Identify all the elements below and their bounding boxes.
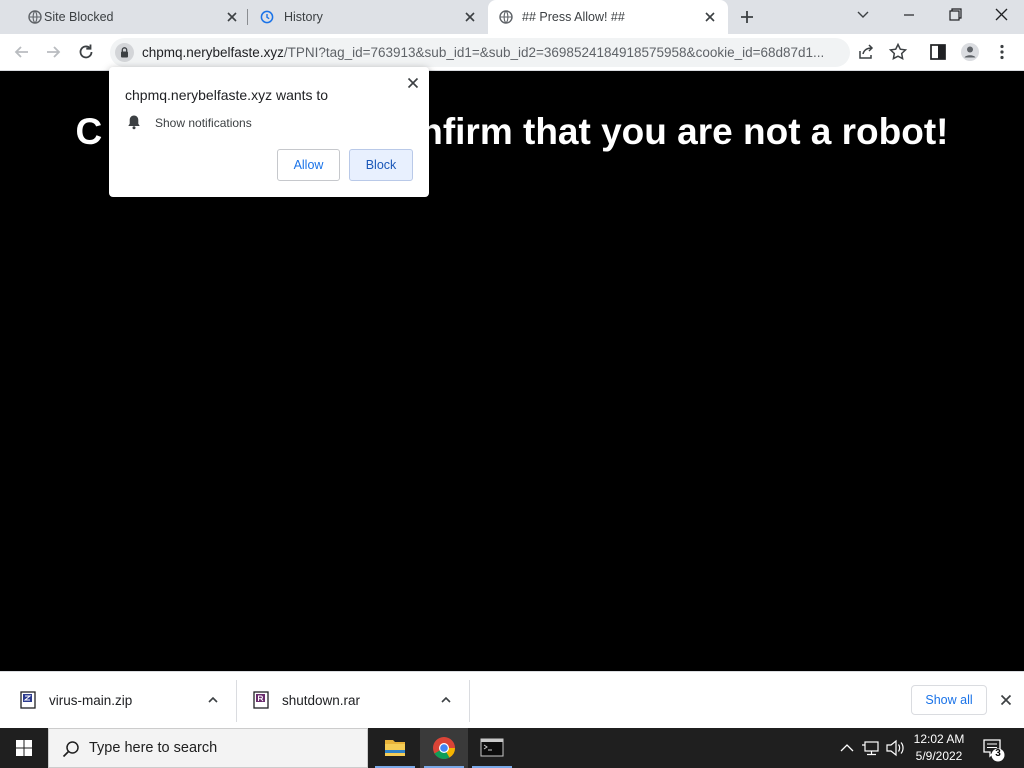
network-icon[interactable] [860,728,882,768]
block-button[interactable]: Block [349,149,413,181]
address-bar[interactable]: chpmq.nerybelfaste.xyz/TPNI?tag_id=76391… [110,38,850,67]
permission-label: Show notifications [155,116,252,130]
download-shelf: virus-main.zip shutdown.rar Show all [0,671,1024,728]
start-button[interactable] [0,728,48,768]
share-icon[interactable] [856,42,876,62]
tab-search-chevron-icon[interactable] [850,4,876,26]
menu-kebab-icon[interactable] [992,42,1012,62]
clock-time: 12:02 AM [913,732,965,746]
search-placeholder: Type here to search [89,740,218,756]
download-item[interactable]: shutdown.rar [237,672,469,729]
history-icon [260,10,274,24]
close-tab-icon[interactable] [462,9,478,25]
system-clock[interactable]: 12:02 AM 5/9/2022 [906,731,972,765]
tab-divider [247,9,248,25]
tab-strip: Site Blocked History ## Press Allow! ## [0,0,1024,34]
tab-site-blocked[interactable]: Site Blocked [8,0,248,34]
restore-icon[interactable] [942,4,968,26]
notification-count-badge: 3 [995,748,1001,759]
headline-left: C [75,111,103,152]
chevron-up-icon[interactable] [439,693,453,707]
close-icon[interactable] [405,75,421,91]
reload-icon[interactable] [76,42,96,62]
close-tab-icon[interactable] [702,9,718,25]
minimize-icon[interactable] [896,4,922,26]
download-divider [469,680,470,722]
taskbar-search-box[interactable]: Type here to search [48,728,368,768]
chevron-up-icon[interactable] [206,693,220,707]
notification-permission-popup: chpmq.nerybelfaste.xyz wants to Show not… [109,67,429,197]
side-panel-icon[interactable] [928,42,948,62]
url-text[interactable]: chpmq.nerybelfaste.xyz/TPNI?tag_id=76391… [142,45,842,60]
close-icon[interactable] [998,692,1014,708]
tab-history[interactable]: History [250,0,488,34]
windows-taskbar: Type here to search 12:02 AM 5/9/2022 3 [0,728,1024,768]
browser-toolbar: chpmq.nerybelfaste.xyz/TPNI?tag_id=76391… [0,34,1024,71]
url-path: /TPNI?tag_id=763913&sub_id1=&sub_id2=369… [283,45,825,60]
download-item[interactable]: virus-main.zip [0,672,236,729]
show-all-button[interactable]: Show all [911,685,987,715]
rar-file-icon [253,691,269,709]
download-filename: shutdown.rar [282,693,361,708]
chrome-icon [433,737,455,759]
headline-right: nfirm that you are not a robot! [420,111,949,152]
show-hidden-icons-chevron-icon[interactable] [836,728,858,768]
globe-icon [499,10,513,24]
clock-date: 5/9/2022 [915,749,963,763]
action-center-button[interactable]: 3 [978,728,1012,768]
bell-icon [128,115,140,130]
profile-avatar-icon[interactable] [960,42,980,62]
download-filename: virus-main.zip [49,693,133,708]
tab-press-allow[interactable]: ## Press Allow! ## [488,0,728,34]
lock-icon[interactable] [115,43,134,62]
zip-file-icon [20,691,36,709]
close-window-icon[interactable] [988,4,1014,26]
volume-icon[interactable] [884,728,906,768]
terminal-app[interactable] [468,728,516,768]
chrome-app[interactable] [420,728,468,768]
terminal-icon [480,738,504,757]
url-host: chpmq.nerybelfaste.xyz [142,45,284,60]
new-tab-icon[interactable] [738,8,756,26]
tab-label: Site Blocked [44,10,114,24]
folder-icon [385,740,405,756]
tab-label: ## Press Allow! ## [522,10,625,24]
allow-button[interactable]: Allow [277,149,340,181]
bookmark-star-icon[interactable] [888,42,908,62]
back-icon[interactable] [12,42,32,62]
search-icon [62,741,79,758]
popup-title: chpmq.nerybelfaste.xyz wants to [125,87,329,103]
file-explorer-app[interactable] [371,728,419,768]
forward-icon[interactable] [43,42,63,62]
globe-icon [28,10,42,24]
tab-label: History [284,10,323,24]
windows-logo-icon [16,740,32,756]
close-tab-icon[interactable] [224,9,240,25]
